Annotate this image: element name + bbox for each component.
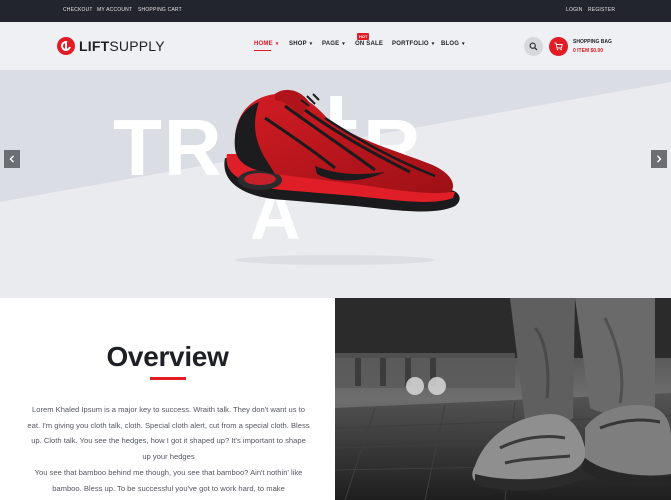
nav-item-page[interactable]: PAGE ▾ — [322, 41, 345, 47]
site-header: LIFTSUPPLY HOME ▾ SHOP ▾ PAGE ▾ HOT ON S… — [0, 22, 671, 70]
search-icon — [529, 42, 538, 51]
my-account-link[interactable]: MY ACCOUNT — [97, 7, 132, 13]
nav-item-portfolio[interactable]: PORTFOLIO ▾ — [392, 41, 434, 47]
sneaker-street-photo — [335, 298, 671, 500]
hot-badge: HOT — [357, 33, 370, 40]
shopping-cart-link[interactable]: SHOPPING CART — [138, 7, 182, 13]
nav-item-home[interactable]: HOME ▾ — [254, 41, 278, 51]
sneaker-image — [224, 89, 460, 212]
overview-section: Overview Lorem Khaled Ipsum is a major k… — [0, 298, 335, 500]
overview-title: Overview — [106, 341, 229, 372]
nav-item-shop[interactable]: SHOP ▾ — [289, 41, 312, 47]
register-link[interactable]: REGISTER — [588, 7, 615, 13]
overview-paragraph-1: Lorem Khaled Ipsum is a major key to suc… — [27, 405, 310, 461]
hero-slider: TR NER I A — [0, 70, 671, 298]
logo-text: LIFTSUPPLY — [79, 38, 165, 54]
cart-button[interactable] — [549, 37, 568, 56]
checkout-link[interactable]: CHECKOUT — [63, 7, 93, 13]
slider-next-button[interactable] — [651, 150, 667, 168]
nav-item-on-sale[interactable]: ON SALE — [355, 41, 383, 47]
nav-item-blog[interactable]: BLOG ▾ — [441, 41, 465, 47]
cart-icon — [554, 42, 563, 51]
overview-paragraph-2: You see that bamboo behind me though, yo… — [34, 468, 303, 493]
chevron-left-icon — [9, 155, 15, 163]
login-link[interactable]: LOGIN — [566, 7, 583, 13]
search-button[interactable] — [524, 37, 543, 56]
chevron-right-icon — [656, 155, 662, 163]
slider-prev-button[interactable] — [4, 150, 20, 168]
site-logo[interactable]: LIFTSUPPLY — [57, 37, 165, 55]
top-utility-bar: CHECKOUT MY ACCOUNT SHOPPING CART LOGIN … — [0, 0, 671, 22]
street-photo-image — [335, 298, 671, 500]
overview-divider — [150, 377, 186, 380]
shopping-bag-total[interactable]: 0 ITEM $0.00 — [573, 48, 603, 54]
shopping-bag-label[interactable]: SHOPPING BAG — [573, 39, 612, 45]
logo-icon — [57, 37, 75, 55]
